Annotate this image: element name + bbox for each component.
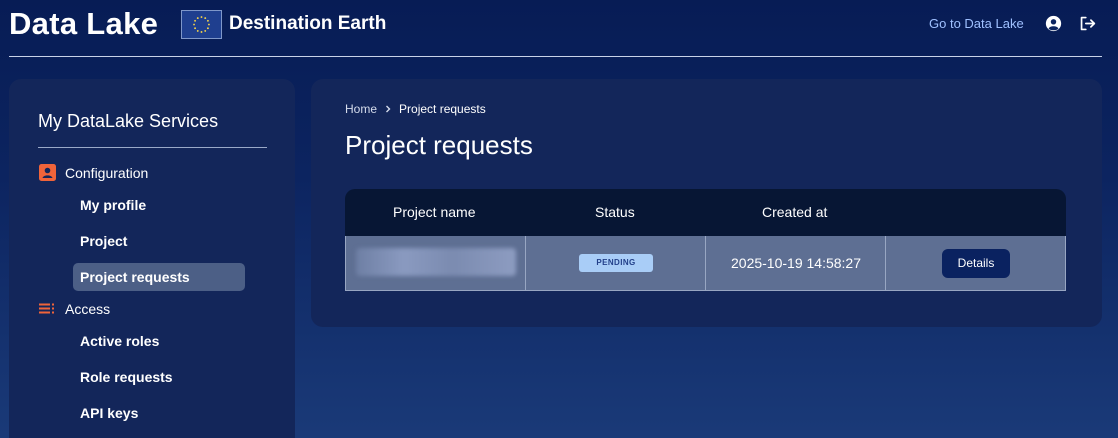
sidebar-item-my-profile[interactable]: My profile xyxy=(73,191,245,219)
header: Data Lake Destination Earth Go to Data L… xyxy=(0,0,1118,57)
sidebar-section-configuration: Configuration xyxy=(39,164,148,181)
column-header-project-name[interactable]: Project name xyxy=(393,204,475,220)
eu-flag-icon xyxy=(181,10,222,39)
logout-icon[interactable] xyxy=(1079,15,1096,32)
brand-title[interactable]: Data Lake xyxy=(9,6,158,42)
sidebar-item-project-requests[interactable]: Project requests xyxy=(73,263,245,291)
breadcrumb-home[interactable]: Home xyxy=(345,102,377,116)
created-at-value: 2025-10-19 14:58:27 xyxy=(731,255,861,271)
table-row: PENDING 2025-10-19 14:58:27 Details xyxy=(345,236,1066,291)
project-requests-table: Project name Status Created at PENDING 2… xyxy=(345,189,1066,291)
status-badge: PENDING xyxy=(579,254,653,272)
sidebar: My DataLake Services Configuration My pr… xyxy=(9,79,295,438)
cell-status: PENDING xyxy=(526,236,706,290)
sidebar-section-access: Access xyxy=(39,300,110,317)
sidebar-section-label: Access xyxy=(65,300,111,317)
breadcrumb: Home Project requests xyxy=(345,102,486,116)
cell-actions: Details xyxy=(886,236,1065,290)
partner-name: Destination Earth xyxy=(229,13,387,34)
column-header-status[interactable]: Status xyxy=(595,204,635,220)
sidebar-item-api-keys[interactable]: API keys xyxy=(73,399,245,427)
list-icon xyxy=(39,303,54,314)
column-header-created-at[interactable]: Created at xyxy=(762,204,827,220)
table-header: Project name Status Created at xyxy=(345,189,1066,236)
user-circle-icon[interactable] xyxy=(1045,15,1062,32)
details-button[interactable]: Details xyxy=(942,249,1010,278)
cell-created-at: 2025-10-19 14:58:27 xyxy=(706,236,886,290)
sidebar-section-label: Configuration xyxy=(65,164,149,181)
redacted-project-name xyxy=(356,248,516,276)
sidebar-item-project[interactable]: Project xyxy=(73,227,245,255)
main-card: Home Project requests Project requests P… xyxy=(311,79,1102,327)
cell-project-name xyxy=(346,236,526,290)
header-divider xyxy=(9,56,1102,57)
chevron-right-icon xyxy=(386,105,391,113)
sidebar-item-role-requests[interactable]: Role requests xyxy=(73,363,245,391)
sidebar-item-active-roles[interactable]: Active roles xyxy=(73,327,245,355)
sidebar-title: My DataLake Services xyxy=(38,111,219,131)
go-to-data-lake-link[interactable]: Go to Data Lake xyxy=(929,16,1024,31)
breadcrumb-current: Project requests xyxy=(399,102,486,116)
sidebar-divider xyxy=(38,147,267,148)
page-title: Project requests xyxy=(345,130,533,160)
user-card-icon xyxy=(39,164,56,181)
